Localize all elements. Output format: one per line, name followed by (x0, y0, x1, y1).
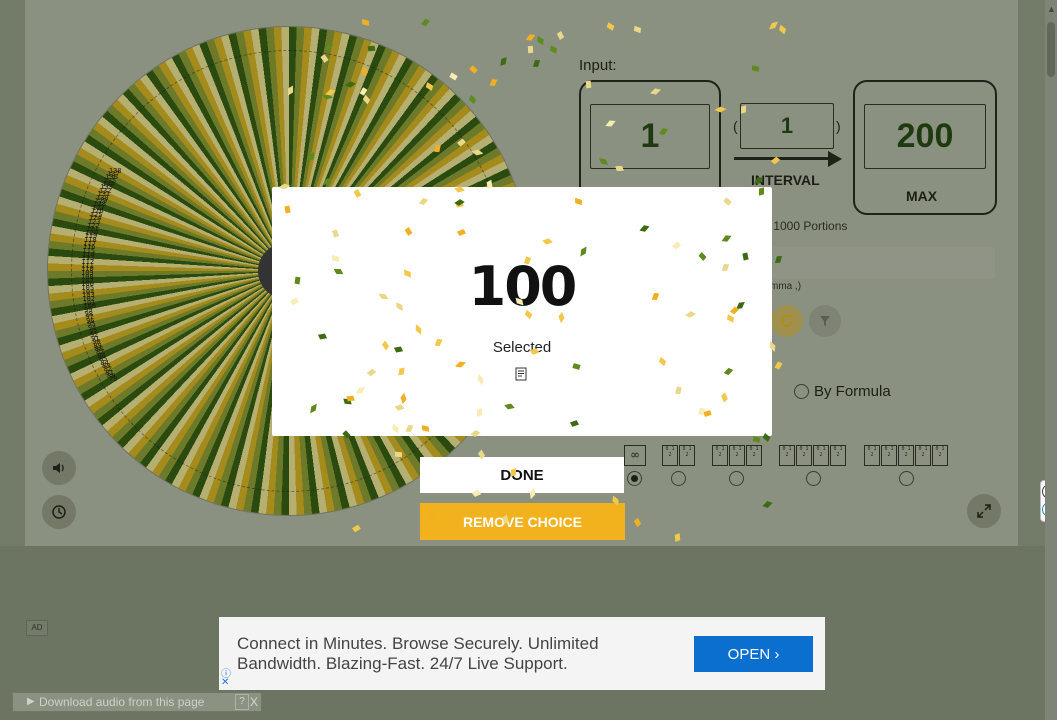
interval-arrow (734, 157, 832, 160)
confetti-piece (615, 165, 624, 172)
digit-option-infinity: ∞ (624, 445, 646, 466)
result-selected-label: Selected (492, 339, 552, 356)
confetti-piece (394, 451, 403, 458)
confetti-piece (527, 45, 534, 54)
sound-toggle-button[interactable] (42, 451, 76, 485)
by-formula-radio[interactable] (794, 384, 809, 399)
digit-cell: 0 1 2 (729, 445, 745, 466)
digit-cell: 0 1 2 (813, 445, 829, 466)
interval-close-paren: ) (836, 118, 841, 134)
digit-cell: 0 1 2 (796, 445, 812, 466)
digit-radio-3[interactable] (729, 471, 744, 486)
digit-radio-2[interactable] (671, 471, 686, 486)
digit-cell: 0 1 2 (662, 445, 678, 466)
digit-option-2: 0 1 2 0 1 2 (662, 445, 695, 466)
confetti-piece (572, 362, 581, 370)
digit-cell: 0 1 2 (712, 445, 728, 466)
digit-cell: 0 1 2 (881, 445, 897, 466)
digit-radio-infinity[interactable] (627, 471, 642, 486)
scrollbar-thumb[interactable] (1047, 22, 1055, 77)
digit-cell: 0 1 2 (746, 445, 762, 466)
download-audio-bar[interactable]: ▶ Download audio from this page ? X (12, 692, 262, 712)
digit-option-5: 0 1 2 0 1 2 0 1 2 0 1 2 0 1 2 (864, 445, 948, 466)
scroll-up-icon[interactable]: ▲ (1047, 4, 1056, 14)
digit-cell: 0 1 2 (915, 445, 931, 466)
digit-cell: 0 1 2 (779, 445, 795, 466)
fullscreen-button[interactable] (967, 494, 1001, 528)
confetti-piece (283, 205, 291, 214)
by-formula-label: By Formula (814, 383, 891, 400)
digit-cell: 0 1 2 (830, 445, 846, 466)
history-button[interactable] (42, 495, 76, 529)
portions-text: m 1000 Portions (760, 219, 848, 233)
max-label: MAX (906, 188, 938, 204)
result-number: 100 (468, 255, 578, 318)
digit-cell: 0 1 2 (679, 445, 695, 466)
digit-cell: 0 1 2 (864, 445, 880, 466)
digit-cell: 0 1 2 (898, 445, 914, 466)
download-help-button[interactable]: ? (235, 694, 249, 710)
digit-option-3: 0 1 2 0 1 2 0 1 2 (712, 445, 762, 466)
ad-text[interactable]: Connect in Minutes. Browse Securely. Unl… (237, 634, 657, 674)
ad-close-icon[interactable]: ✕ (221, 677, 229, 688)
digit-radio-5[interactable] (899, 471, 914, 486)
done-button[interactable]: DONE (420, 457, 624, 493)
expand-icon (977, 504, 991, 518)
interval-arrow-head (828, 151, 842, 167)
max-input[interactable]: 200 (864, 104, 986, 169)
digit-cell: 0 1 2 (932, 445, 948, 466)
play-icon: ▶ (27, 696, 35, 707)
ad-banner[interactable]: Connect in Minutes. Browse Securely. Unl… (219, 617, 825, 690)
digit-radio-4[interactable] (806, 471, 821, 486)
infinity-icon: ∞ (624, 445, 646, 466)
min-input[interactable]: 1 (590, 104, 710, 169)
download-audio-text[interactable]: Download audio from this page (39, 693, 204, 711)
ad-badge: AD (26, 620, 48, 636)
page-scrollbar[interactable] (1045, 0, 1057, 720)
history-icon (52, 505, 66, 519)
ad-open-button[interactable]: OPEN › (694, 636, 813, 672)
download-close-button[interactable]: X (250, 693, 258, 711)
speaker-icon (53, 463, 64, 473)
interval-open-paren: ( (733, 118, 738, 134)
remove-choice-button[interactable]: REMOVE CHOICE (420, 503, 625, 540)
wheel-label: 138 (108, 167, 122, 175)
interval-input[interactable]: 1 (740, 103, 834, 149)
input-title: Input: (579, 57, 617, 74)
confetti-piece (758, 187, 764, 196)
digit-option-4: 0 1 2 0 1 2 0 1 2 0 1 2 (779, 445, 846, 466)
copy-icon[interactable] (515, 367, 527, 381)
confetti-piece (331, 254, 339, 262)
confetti-piece (367, 45, 376, 52)
